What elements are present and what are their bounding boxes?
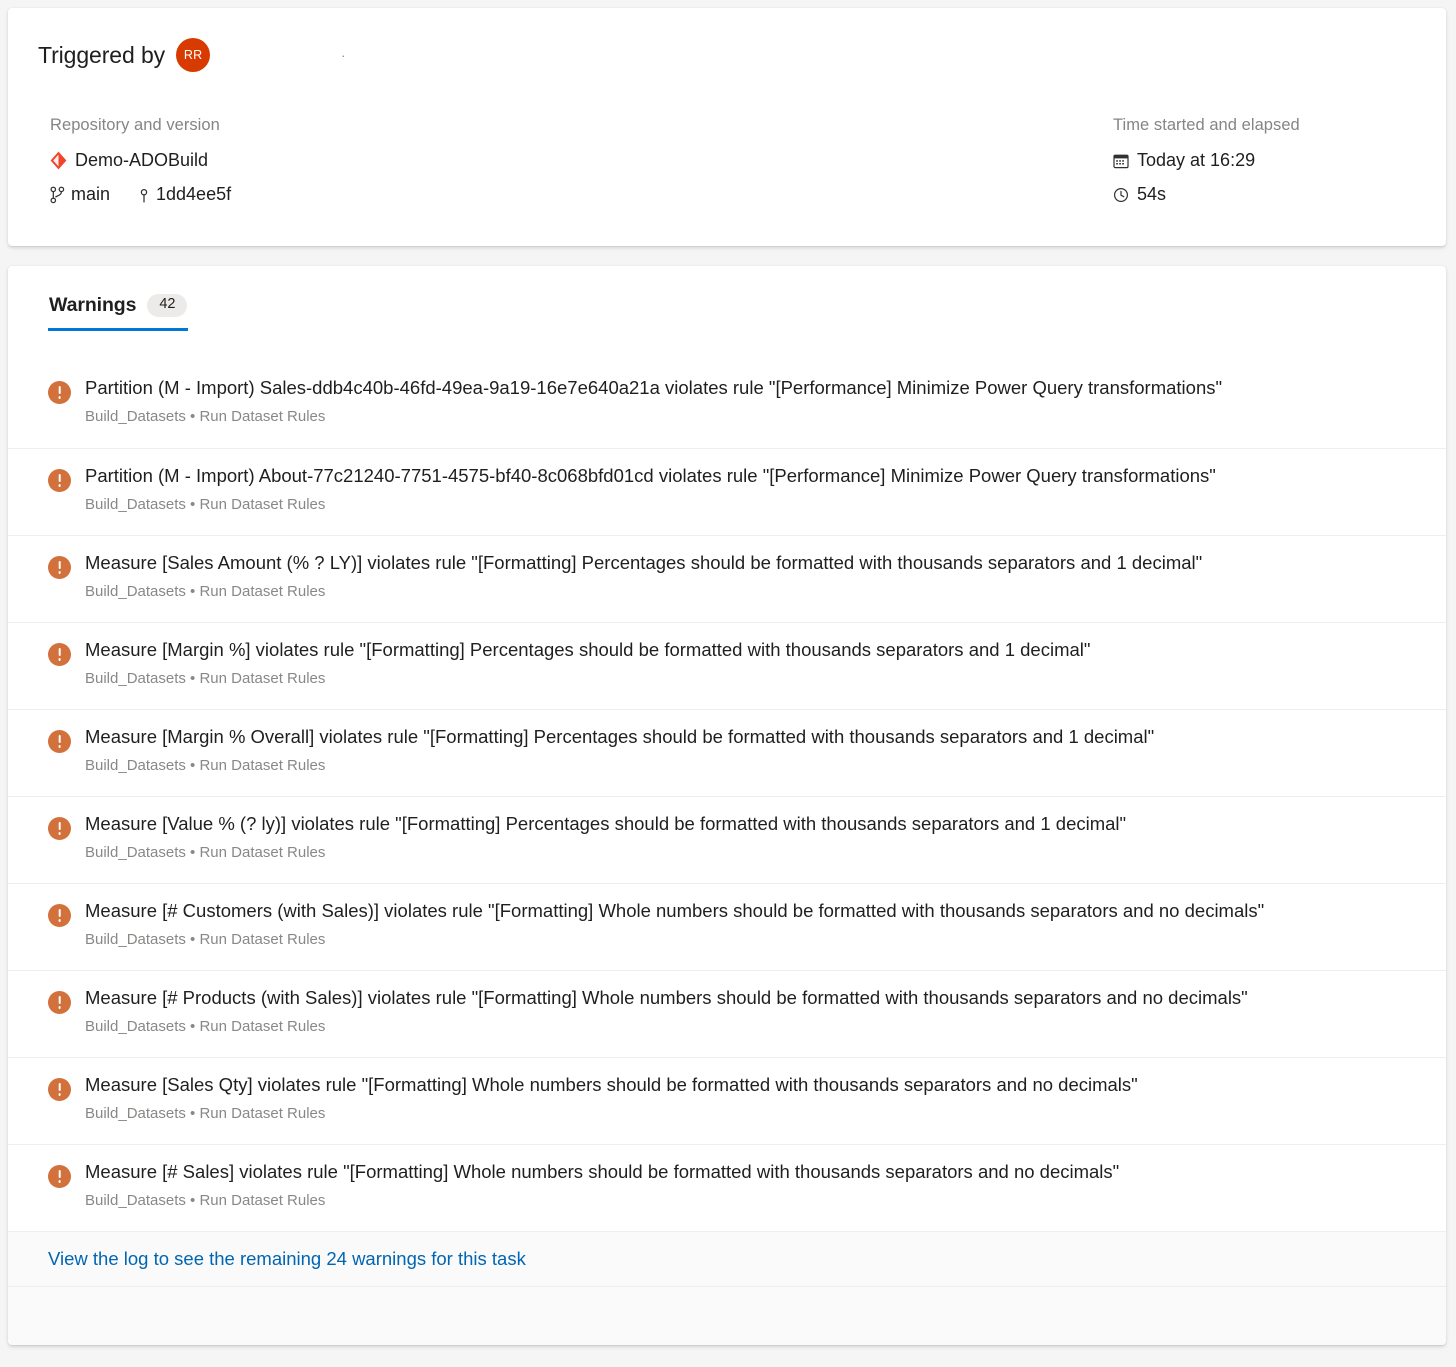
warning-body: Measure [Margin % Overall] violates rule… <box>85 725 1422 776</box>
warning-source: Build_Datasets • Run Dataset Rules <box>85 407 1422 427</box>
tab-warnings-count: 42 <box>147 294 187 317</box>
warning-message: Measure [Margin %] violates rule "[Forma… <box>85 638 1422 662</box>
view-log-link[interactable]: View the log to see the remaining 24 war… <box>48 1248 526 1269</box>
warnings-list: Partition (M - Import) Sales-ddb4c40b-46… <box>8 361 1446 1231</box>
branch-name: main <box>71 183 110 206</box>
warning-message: Measure [Sales Amount (% ? LY)] violates… <box>85 551 1422 575</box>
repository-section: Repository and version Demo-ADOBuild <box>38 116 1113 218</box>
branch-group[interactable]: main <box>50 183 110 206</box>
clock-icon <box>1113 187 1129 203</box>
warning-row[interactable]: Measure [Value % (? ly)] violates rule "… <box>8 796 1446 883</box>
warnings-card: Warnings 42 Partition (M - Import) Sales… <box>8 266 1446 1345</box>
warning-row[interactable]: Measure [Sales Amount (% ? LY)] violates… <box>8 535 1446 622</box>
triggered-by-label: Triggered by <box>38 42 165 69</box>
warning-body: Measure [# Sales] violates rule "[Format… <box>85 1160 1422 1211</box>
time-started-line: Today at 16:29 <box>1113 149 1416 172</box>
tab-warnings[interactable]: Warnings 42 <box>48 294 188 331</box>
tab-warnings-label: Warnings <box>49 294 136 317</box>
warning-exclamation-icon <box>48 556 71 579</box>
separator-dot: · <box>341 49 345 62</box>
time-started-value: Today at 16:29 <box>1137 149 1255 172</box>
warning-source: Build_Datasets • Run Dataset Rules <box>85 1191 1422 1211</box>
warning-source: Build_Datasets • Run Dataset Rules <box>85 582 1422 602</box>
git-commit-icon <box>138 186 150 204</box>
warning-source: Build_Datasets • Run Dataset Rules <box>85 1017 1422 1037</box>
warning-message: Measure [Margin % Overall] violates rule… <box>85 725 1422 749</box>
elapsed-value: 54s <box>1137 183 1166 206</box>
warning-message: Measure [Value % (? ly)] violates rule "… <box>85 812 1422 836</box>
run-summary-page: Triggered by RR · Repository and version… <box>0 0 1456 1367</box>
time-section: Time started and elapsed <box>1113 116 1416 218</box>
repository-line: Demo-ADOBuild <box>50 149 1113 172</box>
warning-message: Partition (M - Import) Sales-ddb4c40b-46… <box>85 376 1422 400</box>
warning-message: Measure [# Customers (with Sales)] viola… <box>85 899 1422 923</box>
warning-message: Measure [# Sales] violates rule "[Format… <box>85 1160 1422 1184</box>
warning-row[interactable]: Measure [Margin %] violates rule "[Forma… <box>8 622 1446 709</box>
warning-row[interactable]: Partition (M - Import) About-77c21240-77… <box>8 448 1446 535</box>
commit-id: 1dd4ee5f <box>156 183 231 206</box>
warning-source: Build_Datasets • Run Dataset Rules <box>85 756 1422 776</box>
repository-heading: Repository and version <box>50 116 1113 135</box>
warning-row[interactable]: Measure [Sales Qty] violates rule "[Form… <box>8 1057 1446 1144</box>
run-details-grid: Repository and version Demo-ADOBuild <box>38 116 1416 218</box>
warning-exclamation-icon <box>48 469 71 492</box>
warning-exclamation-icon <box>48 1078 71 1101</box>
avatar[interactable]: RR <box>176 38 210 72</box>
warning-exclamation-icon <box>48 730 71 753</box>
time-heading: Time started and elapsed <box>1113 116 1416 135</box>
warning-row[interactable]: Measure [# Customers (with Sales)] viola… <box>8 883 1446 970</box>
warning-exclamation-icon <box>48 381 71 404</box>
run-summary-card: Triggered by RR · Repository and version… <box>8 8 1446 246</box>
warning-exclamation-icon <box>48 904 71 927</box>
elapsed-line: 54s <box>1113 183 1416 206</box>
warning-source: Build_Datasets • Run Dataset Rules <box>85 843 1422 863</box>
warning-source: Build_Datasets • Run Dataset Rules <box>85 1104 1422 1124</box>
warning-body: Measure [Sales Qty] violates rule "[Form… <box>85 1073 1422 1124</box>
warning-source: Build_Datasets • Run Dataset Rules <box>85 495 1422 515</box>
warning-body: Measure [Sales Amount (% ? LY)] violates… <box>85 551 1422 602</box>
azure-repos-diamond-icon <box>50 151 67 170</box>
warning-body: Measure [Margin %] violates rule "[Forma… <box>85 638 1422 689</box>
repository-name[interactable]: Demo-ADOBuild <box>75 149 208 172</box>
warning-row[interactable]: Measure [Margin % Overall] violates rule… <box>8 709 1446 796</box>
calendar-icon <box>1113 153 1129 169</box>
warning-row[interactable]: Partition (M - Import) Sales-ddb4c40b-46… <box>8 361 1446 448</box>
commit-group[interactable]: 1dd4ee5f <box>138 183 231 206</box>
warning-body: Measure [# Customers (with Sales)] viola… <box>85 899 1422 950</box>
git-branch-icon <box>50 186 65 204</box>
warning-message: Partition (M - Import) About-77c21240-77… <box>85 464 1422 488</box>
warning-exclamation-icon <box>48 1165 71 1188</box>
card-footer-spacer <box>8 1287 1446 1345</box>
warning-body: Measure [# Products (with Sales)] violat… <box>85 986 1422 1037</box>
warning-exclamation-icon <box>48 643 71 666</box>
tab-bar: Warnings 42 <box>8 266 1446 331</box>
triggered-by-row: Triggered by RR · <box>38 38 1416 72</box>
warning-body: Partition (M - Import) About-77c21240-77… <box>85 464 1422 515</box>
warning-exclamation-icon <box>48 991 71 1014</box>
warning-source: Build_Datasets • Run Dataset Rules <box>85 669 1422 689</box>
warning-message: Measure [Sales Qty] violates rule "[Form… <box>85 1073 1422 1097</box>
warning-body: Partition (M - Import) Sales-ddb4c40b-46… <box>85 376 1422 427</box>
warning-body: Measure [Value % (? ly)] violates rule "… <box>85 812 1422 863</box>
warning-message: Measure [# Products (with Sales)] violat… <box>85 986 1422 1010</box>
warning-row[interactable]: Measure [# Products (with Sales)] violat… <box>8 970 1446 1057</box>
warning-row[interactable]: Measure [# Sales] violates rule "[Format… <box>8 1144 1446 1231</box>
view-log-row[interactable]: View the log to see the remaining 24 war… <box>8 1231 1446 1287</box>
warning-exclamation-icon <box>48 817 71 840</box>
warning-source: Build_Datasets • Run Dataset Rules <box>85 930 1422 950</box>
branch-commit-line: main 1dd4ee5f <box>50 183 1113 206</box>
